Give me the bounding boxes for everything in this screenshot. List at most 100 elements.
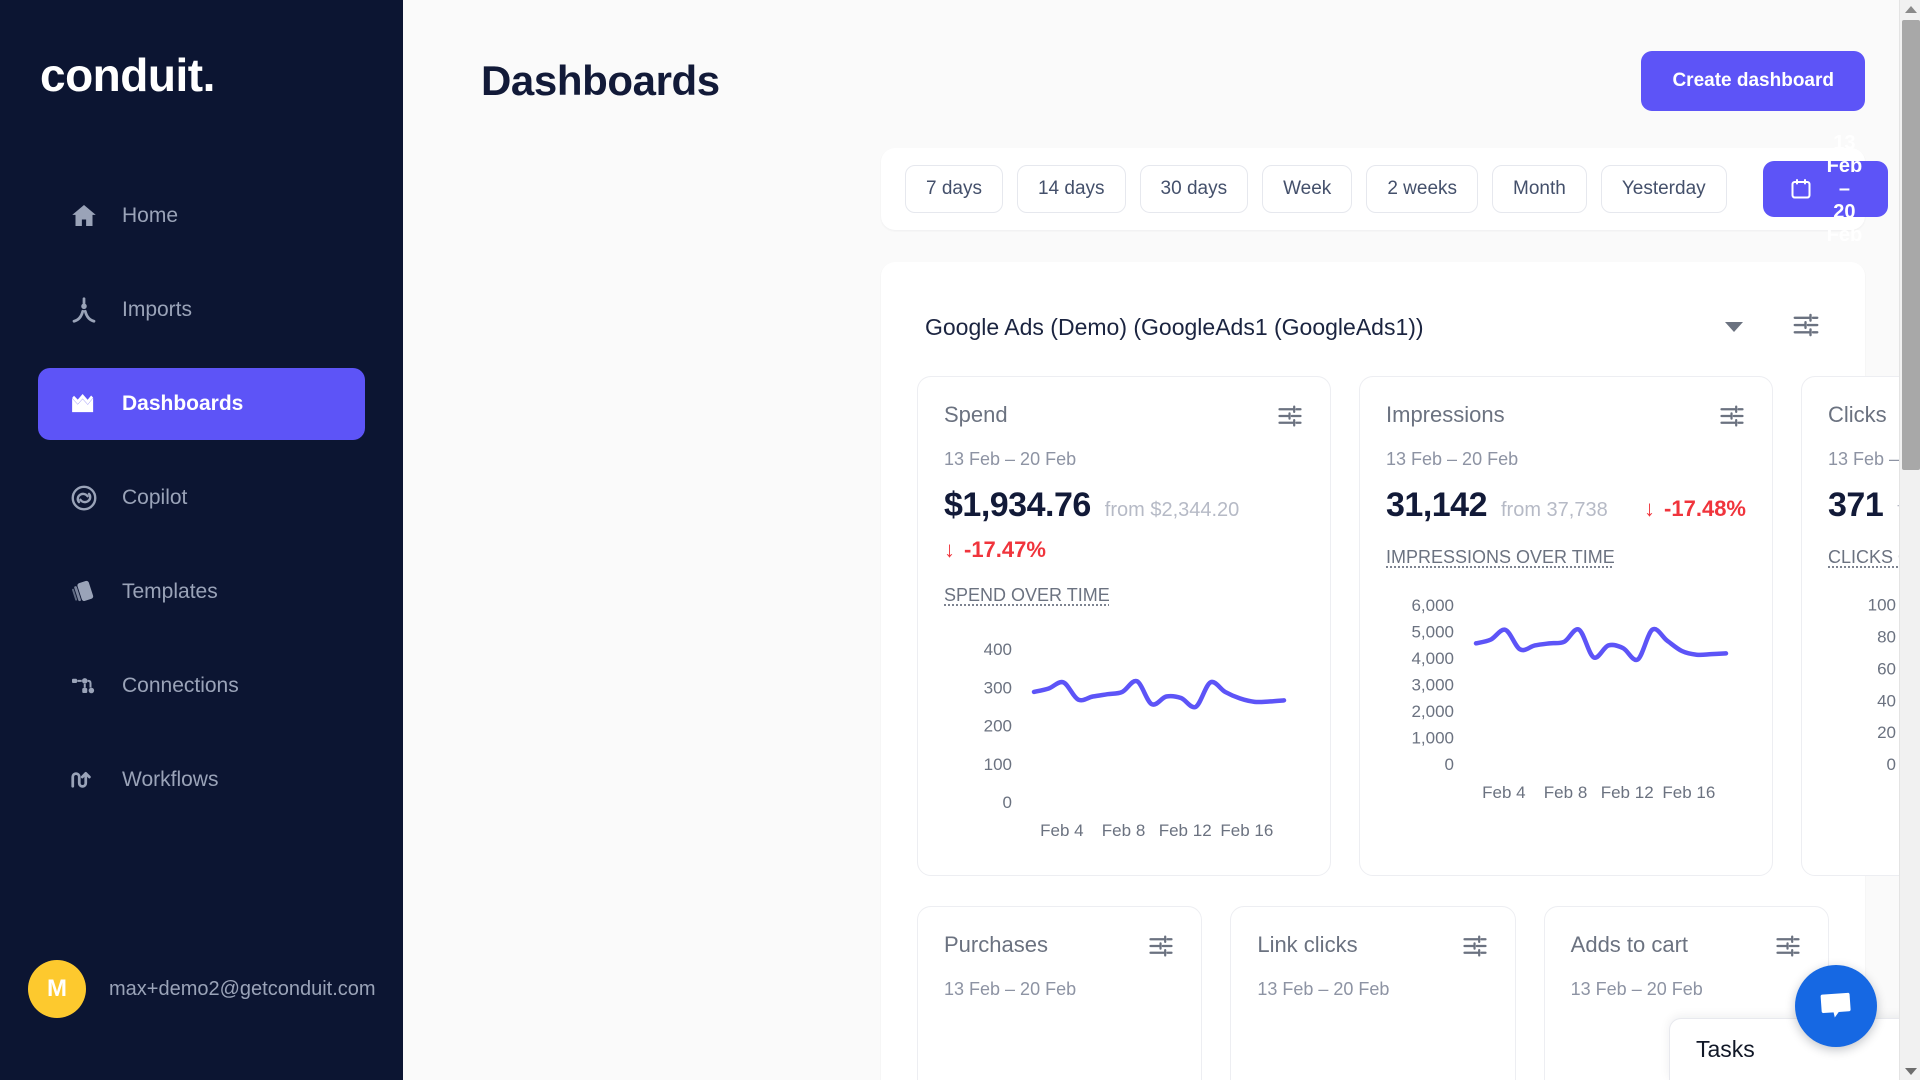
sidebar-item-copilot[interactable]: Copilot: [38, 462, 365, 534]
templates-icon: [68, 576, 100, 608]
impressions-over-time-chart: 0 1,000 2,000 3,000 4,000 5,000 6,000 Feb 4 Feb …: [1386, 582, 1746, 812]
arrow-down-icon: ↓: [1644, 496, 1656, 521]
svg-text:Feb 12: Feb 12: [1601, 783, 1654, 802]
card-date-range: 13 Feb – 20 Feb: [944, 449, 1077, 469]
sidebar-item-templates[interactable]: Templates: [38, 556, 365, 628]
sidebar-item-workflows[interactable]: Workflows: [38, 744, 365, 816]
card-header: Spend: [944, 402, 1304, 435]
svg-text:5,000: 5,000: [1411, 623, 1454, 642]
svg-text:Feb 4: Feb 4: [1040, 821, 1083, 840]
date-range-label: 13 Feb – 20 Feb: [1826, 131, 1863, 246]
main-content: Dashboards Create dashboard 7 days 14 da…: [403, 0, 1920, 1080]
sidebar-user-account[interactable]: M max+demo2@getconduit.com: [0, 960, 403, 1018]
card-title: Spend: [944, 402, 1008, 427]
filter-chip-30-days[interactable]: 30 days: [1139, 165, 1249, 213]
filter-chip-yesterday[interactable]: Yesterday: [1600, 165, 1727, 213]
svg-text:20: 20: [1877, 723, 1896, 742]
scrollbar-thumb[interactable]: [1902, 20, 1920, 470]
filter-chip-week[interactable]: Week: [1262, 165, 1353, 213]
sidebar-item-label: Connections: [122, 674, 239, 697]
filter-chip-7-days[interactable]: 7 days: [905, 165, 1003, 213]
card-title: Clicks: [1828, 402, 1887, 427]
svg-text:2,000: 2,000: [1411, 702, 1454, 721]
workflows-icon: [68, 764, 100, 796]
card-delta: ↓ -17.47%: [944, 537, 1046, 563]
sliders-icon[interactable]: [1276, 402, 1304, 435]
card-date-range: 13 Feb – 20 Feb: [944, 979, 1077, 999]
filter-chip-2-weeks[interactable]: 2 weeks: [1366, 165, 1479, 213]
sidebar-item-imports[interactable]: Imports: [38, 274, 365, 346]
card-previous-value: from $2,344.20: [1104, 499, 1240, 521]
sidebar-item-dashboards[interactable]: Dashboards: [38, 368, 365, 440]
scroll-up-icon[interactable]: [1900, 0, 1920, 18]
metric-card-purchases: Purchases 13 Feb – 20 Feb: [917, 906, 1203, 1080]
chart-label: IMPRESSIONS OVER TIME: [1386, 547, 1615, 567]
chat-bubble-icon[interactable]: [1795, 965, 1877, 1047]
sliders-icon[interactable]: [1774, 932, 1802, 965]
chevron-down-icon[interactable]: [1725, 322, 1743, 332]
card-title: Impressions: [1386, 402, 1505, 427]
svg-text:Feb 8: Feb 8: [1102, 821, 1145, 840]
sidebar-item-connections[interactable]: Connections: [38, 650, 365, 722]
metric-card-link-clicks: Link clicks 13 Feb – 20 Feb: [1230, 906, 1516, 1080]
card-title: Adds to cart: [1570, 932, 1689, 957]
sidebar-item-label: Dashboards: [122, 392, 244, 415]
svg-text:0: 0: [1003, 793, 1012, 812]
card-header: Link clicks: [1257, 932, 1488, 965]
imports-icon: [68, 294, 100, 326]
card-delta-value: -17.47%: [964, 537, 1046, 562]
card-header: Impressions: [1386, 402, 1746, 435]
dashboard-panel-header: Google Ads (Demo) (GoogleAds1 (GoogleAds…: [917, 292, 1829, 362]
avatar: M: [28, 960, 86, 1018]
svg-text:4,000: 4,000: [1411, 649, 1454, 668]
home-icon: [68, 200, 100, 232]
svg-text:100: 100: [1868, 596, 1896, 615]
sidebar: conduit. Home Imports Dashboards Copilot…: [0, 0, 403, 1080]
svg-text:300: 300: [984, 678, 1012, 697]
svg-text:Feb 12: Feb 12: [1159, 821, 1212, 840]
spend-over-time-chart: 0 100 200 300 400 Feb 4 Feb 8 Feb 12 Feb 16: [944, 620, 1304, 850]
scroll-down-icon[interactable]: [1900, 1062, 1920, 1080]
create-dashboard-button[interactable]: Create dashboard: [1641, 51, 1865, 111]
card-header: Adds to cart: [1571, 932, 1802, 965]
card-title: Link clicks: [1257, 932, 1358, 957]
sidebar-item-label: Workflows: [122, 768, 219, 791]
dashboard-panel-title: Google Ads (Demo) (GoogleAds1 (GoogleAds…: [925, 313, 1424, 340]
svg-text:Feb 16: Feb 16: [1662, 783, 1715, 802]
metric-card-spend: Spend 13 Feb – 20 Feb $1,934.76 from $2,…: [917, 376, 1331, 876]
card-header: Purchases: [944, 932, 1175, 965]
filter-chip-month[interactable]: Month: [1492, 165, 1587, 213]
page-header: Dashboards Create dashboard: [403, 0, 1920, 120]
card-date-range: 13 Feb – 20 Feb: [1257, 979, 1390, 999]
sliders-icon[interactable]: [1461, 932, 1489, 965]
calendar-icon: [1789, 177, 1813, 201]
sliders-icon[interactable]: [1147, 932, 1175, 965]
vertical-scrollbar[interactable]: [1899, 0, 1920, 1080]
sidebar-nav: Home Imports Dashboards Copilot Template…: [0, 180, 403, 838]
copilot-icon: [68, 482, 100, 514]
tasks-panel-title: Tasks: [1696, 1036, 1755, 1062]
svg-text:Feb 8: Feb 8: [1544, 783, 1587, 802]
svg-text:0: 0: [1445, 755, 1454, 774]
card-delta: ↓ -17.48%: [1644, 496, 1746, 522]
sidebar-item-home[interactable]: Home: [38, 180, 365, 252]
svg-text:40: 40: [1877, 691, 1896, 710]
metric-cards-row-1: Spend 13 Feb – 20 Feb $1,934.76 from $2,…: [917, 376, 1920, 876]
card-date-range: 13 Feb – 20 Feb: [1570, 979, 1703, 999]
filter-chip-14-days[interactable]: 14 days: [1016, 165, 1126, 213]
chart-label: SPEND OVER TIME: [944, 585, 1110, 605]
card-title: Purchases: [944, 932, 1048, 957]
connections-icon: [68, 670, 100, 702]
svg-text:400: 400: [984, 640, 1012, 659]
svg-text:60: 60: [1877, 659, 1896, 678]
card-value-row: $1,934.76 from $2,344.20: [944, 486, 1304, 525]
tasks-panel[interactable]: Tasks: [1669, 1018, 1920, 1080]
app-logo: conduit.: [40, 49, 215, 101]
sliders-icon[interactable]: [1718, 402, 1746, 435]
sliders-icon[interactable]: [1791, 310, 1821, 345]
dashboard-panel: Google Ads (Demo) (GoogleAds1 (GoogleAds…: [881, 262, 1920, 1080]
card-value: 31,142: [1386, 486, 1488, 524]
date-range-button[interactable]: 13 Feb – 20 Feb: [1762, 132, 1889, 246]
card-previous-value: from 37,738: [1501, 499, 1608, 521]
svg-text:Feb 16: Feb 16: [1220, 821, 1273, 840]
